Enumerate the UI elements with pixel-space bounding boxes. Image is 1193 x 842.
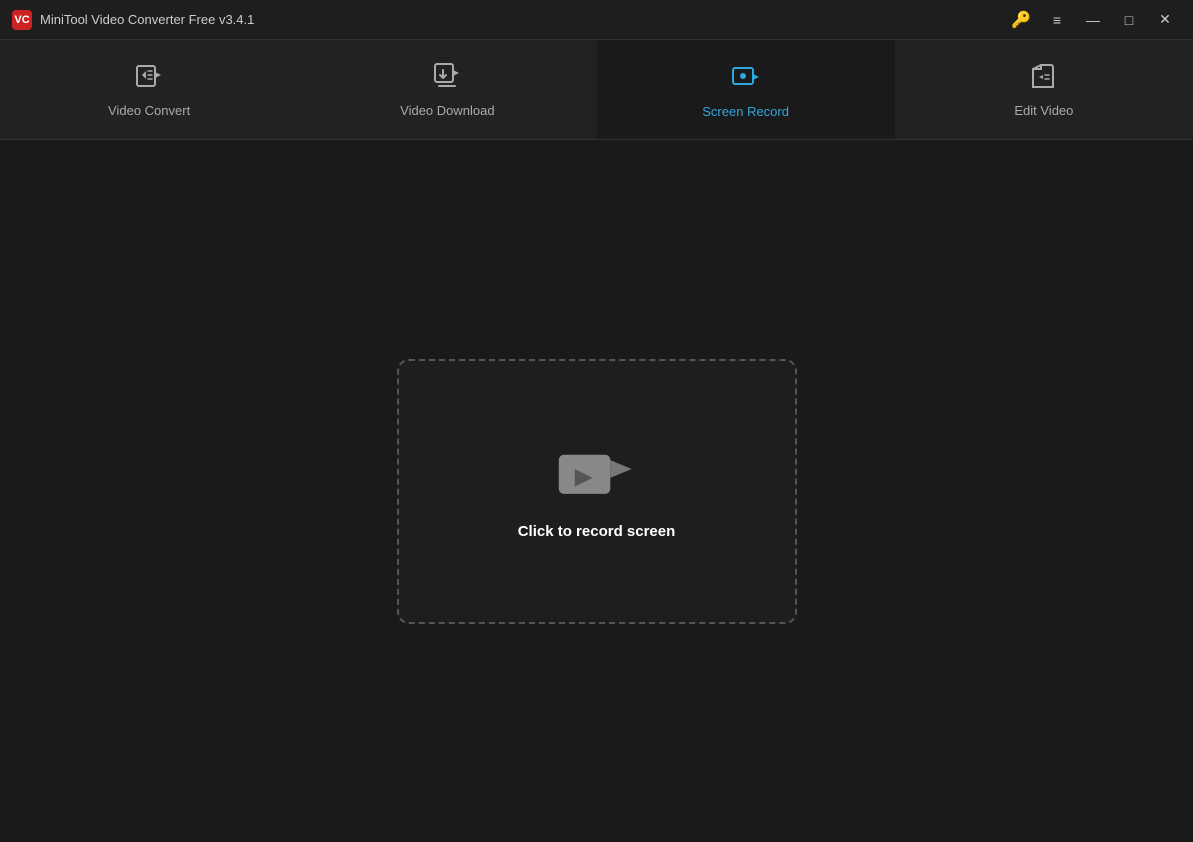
video-download-icon (432, 61, 462, 95)
tab-edit-video[interactable]: Edit Video (895, 40, 1193, 139)
tab-screen-record-label: Screen Record (702, 104, 789, 119)
edit-video-icon (1029, 61, 1059, 95)
key-button[interactable]: 🔑 (1005, 4, 1037, 36)
video-convert-icon (134, 61, 164, 95)
tab-video-convert-label: Video Convert (108, 103, 190, 118)
menu-icon: ≡ (1053, 12, 1061, 28)
screen-record-icon (731, 62, 761, 96)
minimize-button[interactable]: — (1077, 4, 1109, 36)
tab-screen-record[interactable]: Screen Record (597, 40, 895, 139)
maximize-button[interactable]: □ (1113, 4, 1145, 36)
maximize-icon: □ (1125, 12, 1133, 28)
tab-video-convert[interactable]: Video Convert (0, 40, 298, 139)
record-label: Click to record screen (518, 523, 676, 540)
menu-button[interactable]: ≡ (1041, 4, 1073, 36)
title-bar: VC MiniTool Video Converter Free v3.4.1 … (0, 0, 1193, 40)
minimize-icon: — (1086, 12, 1100, 28)
record-area[interactable]: Click to record screen (397, 359, 797, 624)
close-icon: ✕ (1159, 11, 1171, 28)
camera-record-icon (557, 443, 637, 503)
tab-video-download-label: Video Download (400, 103, 494, 118)
app-title: MiniTool Video Converter Free v3.4.1 (40, 12, 254, 27)
key-icon: 🔑 (1011, 10, 1031, 30)
title-bar-left: VC MiniTool Video Converter Free v3.4.1 (12, 10, 254, 30)
tab-edit-video-label: Edit Video (1014, 103, 1073, 118)
nav-tabs: Video Convert Video Download Screen Reco… (0, 40, 1193, 140)
main-content: Click to record screen (0, 140, 1193, 842)
tab-video-download[interactable]: Video Download (298, 40, 596, 139)
title-bar-controls: 🔑 ≡ — □ ✕ (1005, 4, 1181, 36)
close-button[interactable]: ✕ (1149, 4, 1181, 36)
app-logo: VC (12, 10, 32, 30)
